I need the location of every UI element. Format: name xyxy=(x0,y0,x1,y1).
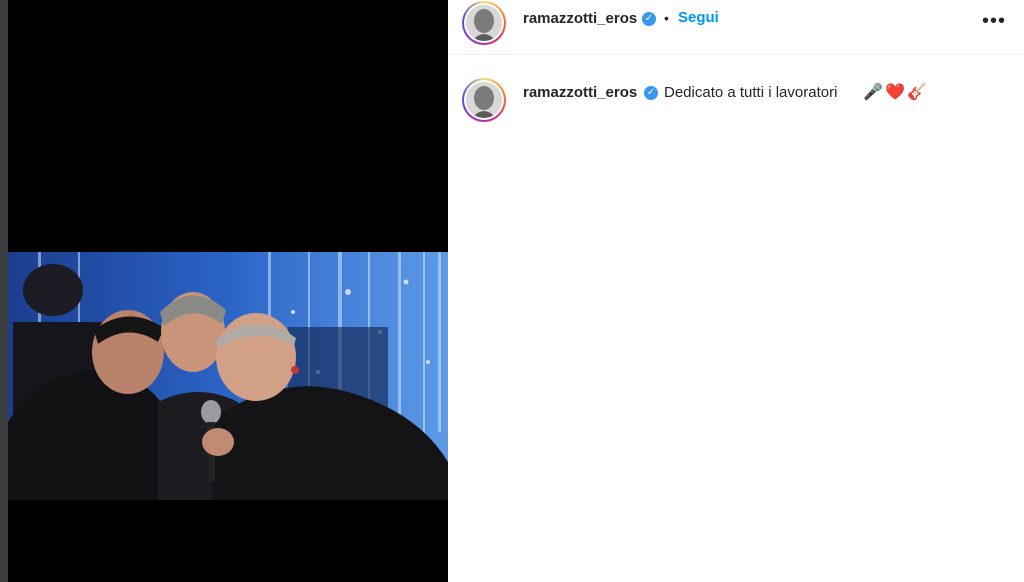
caption-username[interactable]: ramazzotti_eros xyxy=(523,84,637,101)
microphone-emoji-icon: 🎤 xyxy=(863,84,883,101)
avatar-image xyxy=(466,5,502,41)
caption-text: Dedicato a tutti i lavoratori xyxy=(664,84,838,101)
more-options-icon[interactable]: ••• xyxy=(982,10,1006,33)
guitar-emoji-icon: 🎸 xyxy=(907,84,927,101)
separator-dot: • xyxy=(664,10,669,26)
heart-emoji-icon: ❤️ xyxy=(885,84,905,101)
post-media[interactable] xyxy=(8,0,448,582)
verified-badge-icon: ✓ xyxy=(642,12,656,26)
avatar-image xyxy=(466,82,502,118)
follow-button[interactable]: Segui xyxy=(678,9,719,26)
avatar[interactable] xyxy=(462,1,506,45)
window-edge xyxy=(0,0,8,582)
video-frame[interactable] xyxy=(8,252,448,500)
caption-avatar[interactable] xyxy=(462,78,506,122)
post-header: ramazzotti_eros ✓ • Segui ••• xyxy=(448,0,1024,55)
header-username[interactable]: ramazzotti_eros xyxy=(523,10,637,27)
concert-video-still xyxy=(8,252,448,500)
verified-badge-icon: ✓ xyxy=(644,86,658,100)
post-detail-panel: ramazzotti_eros ✓ • Segui ••• ramazzotti… xyxy=(448,0,1024,582)
